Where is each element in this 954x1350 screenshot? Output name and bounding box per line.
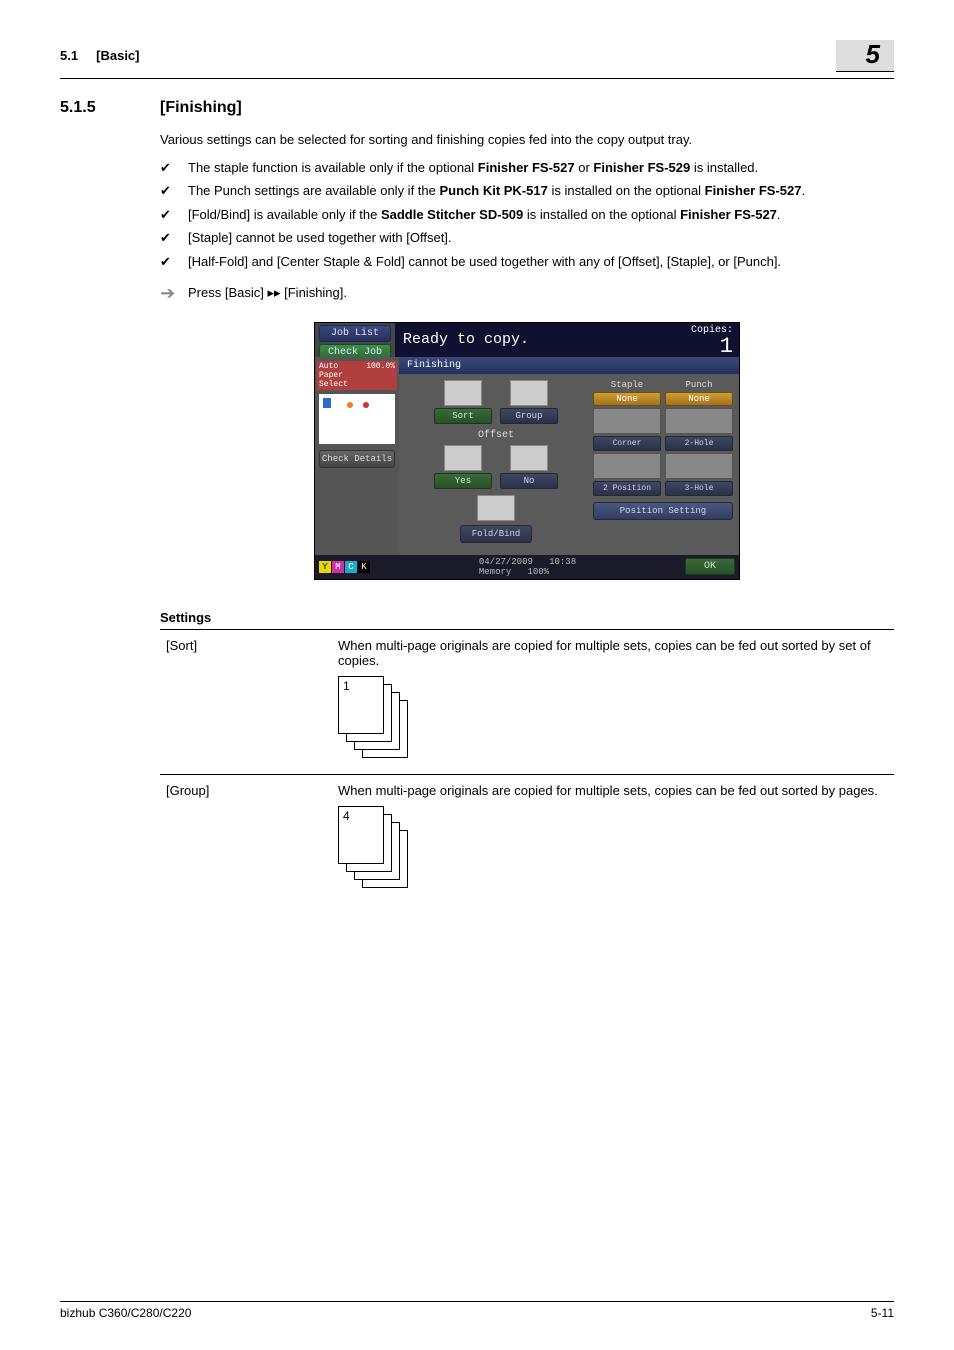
setting-name: [Group] [160,774,332,904]
toner-m: M [332,561,344,573]
punch-none-button[interactable]: None [665,392,733,406]
setting-desc: When multi-page originals are copied for… [338,783,888,798]
setting-desc: When multi-page originals are copied for… [338,638,888,668]
sort-diagram: 1 1 1 1 [338,676,418,766]
staple-corner-button[interactable]: Corner [593,436,661,451]
prerequisite-list: The staple function is available only if… [160,159,894,271]
offset-no-button[interactable]: No [500,473,558,489]
zoom-value: 100.0% [366,362,395,389]
group-button[interactable]: Group [500,408,558,424]
list-item: The Punch settings are available only if… [160,182,894,200]
settings-heading: Settings [160,610,894,625]
staple-corner-icon[interactable] [593,408,661,434]
offset-yes-button[interactable]: Yes [434,473,492,489]
offset-yes-icon [444,445,482,471]
section-intro: Various settings can be selected for sor… [160,131,894,149]
staple-none-button[interactable]: None [593,392,661,406]
offset-label: Offset [405,430,587,441]
punch-2hole-button[interactable]: 2-Hole [665,436,733,451]
list-item: [Staple] cannot be used together with [O… [160,229,894,247]
copies-display: Copies: 1 [663,323,739,357]
settings-table: [Sort] When multi-page originals are cop… [160,629,894,904]
group-icon [510,380,548,406]
action-text: Press [Basic] ▸▸ [Finishing]. [188,285,347,301]
header-section: 5.1 [Basic] [60,48,140,63]
list-item: [Fold/Bind] is available only if the Sad… [160,206,894,224]
finishing-screen: Job List Check Job Ready to copy. Copies… [314,322,740,580]
ok-button[interactable]: OK [685,558,735,575]
copies-value: 1 [663,336,733,358]
status-message: Ready to copy. [395,323,663,357]
arrow-icon: ➔ [160,283,188,304]
sort-icon [444,380,482,406]
fold-bind-icon [477,495,515,521]
toner-c: C [345,561,357,573]
table-row: [Group] When multi-page originals are co… [160,774,894,904]
section-title: [Finishing] [160,99,242,117]
staple-2position-button[interactable]: 2 Position [593,481,661,496]
check-details-button[interactable]: Check Details [319,450,395,468]
staple-2pos-icon[interactable] [593,453,661,479]
header-rule [60,78,894,79]
header-section-label: [Basic] [96,48,139,63]
footer-model: bizhub C360/C280/C220 [60,1306,191,1320]
preview-thumbnail [319,394,395,444]
side-panel: Auto Paper Select 100.0% Check Details [315,357,399,555]
group-diagram: 1 2 3 4 [338,806,418,896]
punch-3hole-icon[interactable] [665,453,733,479]
toner-k: K [358,561,370,573]
finishing-tab[interactable]: Finishing [399,357,739,374]
chapter-number-box: 5 [836,40,894,72]
setting-name: [Sort] [160,629,332,774]
datetime-memory: 04/27/2009 10:38 Memory 100% [479,557,576,577]
punch-3hole-button[interactable]: 3-Hole [665,481,733,496]
punch-2hole-icon[interactable] [665,408,733,434]
header-section-num: 5.1 [60,48,78,63]
offset-no-icon [510,445,548,471]
auto-paper-label: Auto Paper Select [319,362,366,389]
toner-y: Y [319,561,331,573]
staple-header: Staple [593,380,661,390]
job-list-button[interactable]: Job List [319,325,391,342]
toner-status: Y M C K [319,561,370,573]
punch-header: Punch [665,380,733,390]
sort-button[interactable]: Sort [434,408,492,424]
section-number: 5.1.5 [60,99,160,117]
position-setting-button[interactable]: Position Setting [593,502,733,520]
fold-bind-button[interactable]: Fold/Bind [460,525,532,543]
list-item: [Half-Fold] and [Center Staple & Fold] c… [160,253,894,271]
table-row: [Sort] When multi-page originals are cop… [160,629,894,774]
footer-page: 5-11 [871,1306,894,1320]
list-item: The staple function is available only if… [160,159,894,177]
